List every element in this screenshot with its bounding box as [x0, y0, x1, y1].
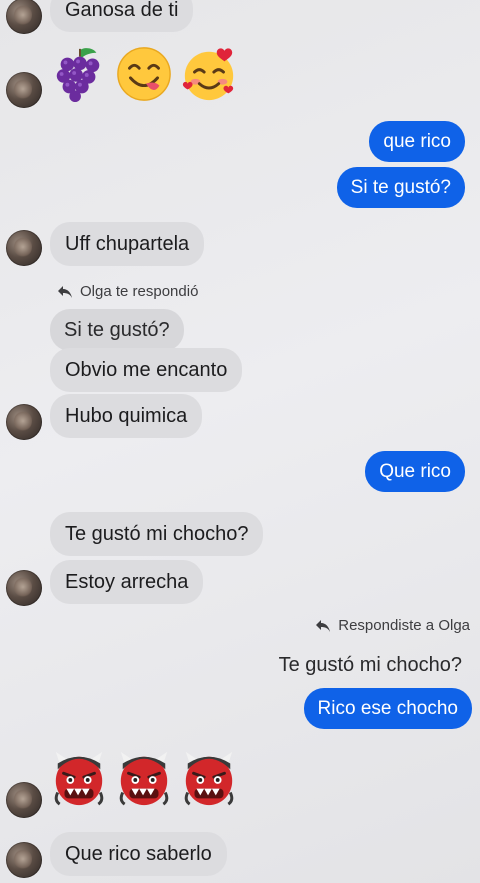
ogre-emoji[interactable]: [180, 750, 238, 808]
quoted-message[interactable]: Te gustó mi chocho?: [279, 654, 462, 677]
message-bubble-incoming[interactable]: Que rico saberlo: [50, 832, 227, 876]
ogre-emoji[interactable]: [50, 750, 108, 808]
message-bubble-incoming[interactable]: Uff chupartela: [50, 222, 205, 266]
message-bubble-outgoing[interactable]: Que rico: [365, 451, 465, 492]
message-bubble-outgoing[interactable]: Rico ese chocho: [303, 688, 472, 729]
reply-indicator: Respondiste a Olga: [315, 617, 470, 634]
savoring-face-emoji[interactable]: [115, 45, 173, 103]
avatar[interactable]: [6, 404, 42, 440]
grapes-emoji[interactable]: [50, 45, 108, 103]
avatar[interactable]: [6, 782, 42, 818]
reply-indicator: Olga te respondió: [57, 283, 198, 300]
message-bubble-outgoing[interactable]: que rico: [369, 121, 465, 162]
message-bubble-incoming[interactable]: Te gustó mi chocho?: [50, 512, 264, 556]
message-bubble-incoming[interactable]: Obvio me encanto: [50, 348, 243, 392]
quoted-message[interactable]: Si te gustó?: [50, 309, 184, 351]
avatar[interactable]: [6, 842, 42, 878]
reply-label: Respondiste a Olga: [338, 617, 470, 634]
message-bubble-incoming[interactable]: Ganosa de ti: [50, 0, 194, 32]
ogre-emoji[interactable]: [115, 750, 173, 808]
smiling-face-with-hearts-emoji[interactable]: [180, 45, 238, 103]
reply-label: Olga te respondió: [80, 283, 199, 300]
reply-arrow-icon: [316, 619, 331, 632]
avatar[interactable]: [6, 570, 42, 606]
message-bubble-incoming[interactable]: Estoy arrecha: [50, 560, 204, 604]
avatar[interactable]: [6, 0, 42, 34]
avatar[interactable]: [6, 72, 42, 108]
message-bubble-outgoing[interactable]: Si te gustó?: [336, 167, 465, 208]
reply-arrow-icon: [58, 285, 72, 298]
message-bubble-incoming[interactable]: Hubo quimica: [50, 394, 203, 438]
avatar[interactable]: [6, 230, 42, 266]
